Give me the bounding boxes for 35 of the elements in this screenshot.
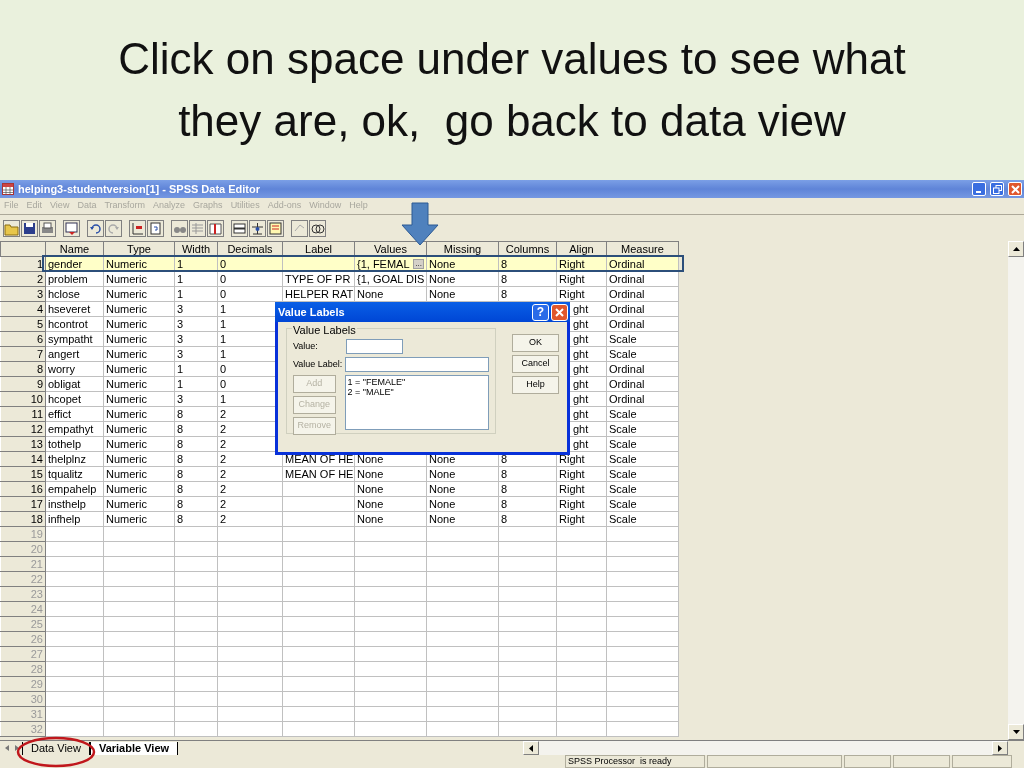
- status-pane: [893, 755, 950, 768]
- ellipsis-button[interactable]: ...: [413, 259, 424, 269]
- help-button[interactable]: ?: [532, 303, 549, 321]
- pointer-arrow: [401, 202, 439, 246]
- close-icon[interactable]: [555, 307, 564, 317]
- labels-list[interactable]: 1 = "FEMALE" 2 = "MALE": [344, 375, 489, 430]
- save-icon[interactable]: [22, 220, 37, 236]
- scroll-down-icon[interactable]: [1012, 730, 1020, 734]
- status-pane: [844, 755, 891, 768]
- app-icon: [2, 183, 14, 195]
- close-icon[interactable]: [1010, 184, 1020, 194]
- slide-title: Click on space under values to see what they are, ok, go back to data view: [118, 33, 906, 147]
- tab[interactable]: Variable View: [89, 741, 179, 755]
- restore-icon[interactable]: [992, 184, 1002, 194]
- table-cell-text: {1, FEMAL: [357, 257, 411, 271]
- value-field[interactable]: [346, 339, 403, 354]
- vertical-scrollbar[interactable]: [1008, 241, 1024, 740]
- status-pane: [952, 755, 1012, 768]
- tab[interactable]: Data View: [22, 741, 90, 755]
- field-label: Value:: [293, 339, 319, 353]
- scroll-up-icon[interactable]: [1012, 247, 1020, 251]
- list-item[interactable]: 1 = "FEMALE": [347, 377, 486, 387]
- print-icon[interactable]: [40, 220, 55, 236]
- scroll-left-icon[interactable]: [529, 744, 534, 752]
- list-item[interactable]: 2 = "MALE": [347, 387, 486, 397]
- dialog-button[interactable]: Help: [512, 376, 559, 394]
- window-title: helping3-studentversion[1] - SPSS Data Editor: [18, 181, 261, 197]
- field-label: Value Label:: [293, 357, 343, 371]
- status-text: SPSS Processor is ready: [565, 755, 705, 768]
- dialog-button[interactable]: OK: [512, 334, 559, 352]
- horizontal-scrollbar[interactable]: [523, 741, 1008, 755]
- value-label-field[interactable]: [345, 357, 489, 372]
- close-button[interactable]: [551, 303, 568, 321]
- dialog-button[interactable]: Cancel: [512, 355, 559, 373]
- scroll-right-icon[interactable]: [998, 744, 1002, 752]
